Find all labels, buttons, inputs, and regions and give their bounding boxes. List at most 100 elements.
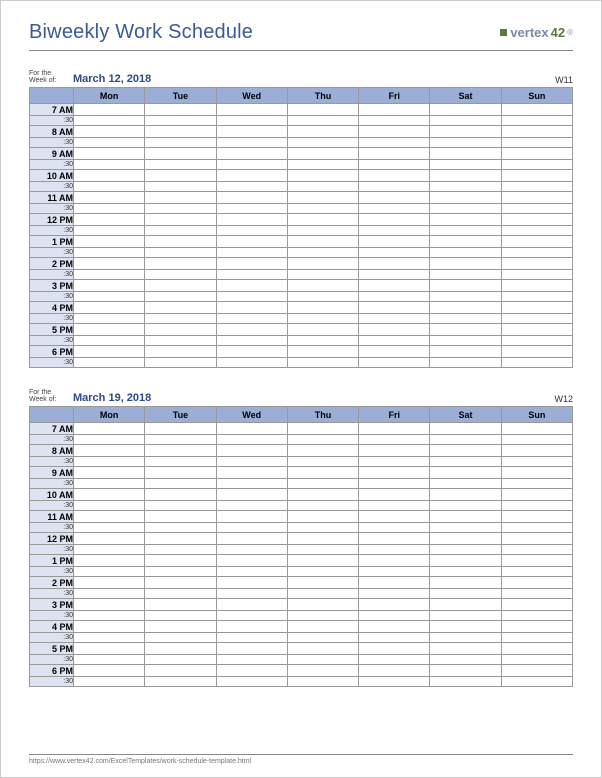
schedule-cell[interactable] (145, 621, 216, 633)
schedule-cell[interactable] (74, 302, 145, 314)
schedule-cell[interactable] (74, 479, 145, 489)
schedule-cell[interactable] (145, 555, 216, 567)
schedule-cell[interactable] (145, 148, 216, 160)
schedule-cell[interactable] (287, 577, 358, 589)
schedule-cell[interactable] (501, 501, 572, 511)
schedule-cell[interactable] (216, 226, 287, 236)
schedule-cell[interactable] (430, 567, 501, 577)
schedule-cell[interactable] (359, 611, 430, 621)
schedule-cell[interactable] (145, 643, 216, 655)
schedule-cell[interactable] (145, 677, 216, 687)
schedule-cell[interactable] (430, 104, 501, 116)
schedule-cell[interactable] (216, 633, 287, 643)
schedule-cell[interactable] (74, 236, 145, 248)
schedule-cell[interactable] (287, 226, 358, 236)
schedule-cell[interactable] (216, 258, 287, 270)
schedule-cell[interactable] (501, 270, 572, 280)
schedule-cell[interactable] (501, 435, 572, 445)
schedule-cell[interactable] (216, 523, 287, 533)
schedule-cell[interactable] (359, 236, 430, 248)
schedule-cell[interactable] (287, 643, 358, 655)
schedule-cell[interactable] (501, 324, 572, 336)
schedule-cell[interactable] (501, 677, 572, 687)
schedule-cell[interactable] (216, 577, 287, 589)
schedule-cell[interactable] (430, 643, 501, 655)
schedule-cell[interactable] (359, 116, 430, 126)
schedule-cell[interactable] (359, 457, 430, 467)
schedule-cell[interactable] (287, 435, 358, 445)
schedule-cell[interactable] (359, 555, 430, 567)
schedule-cell[interactable] (74, 204, 145, 214)
schedule-cell[interactable] (74, 677, 145, 687)
schedule-cell[interactable] (501, 280, 572, 292)
schedule-cell[interactable] (216, 104, 287, 116)
schedule-cell[interactable] (501, 126, 572, 138)
schedule-cell[interactable] (430, 611, 501, 621)
schedule-cell[interactable] (501, 599, 572, 611)
schedule-cell[interactable] (359, 258, 430, 270)
schedule-cell[interactable] (430, 302, 501, 314)
schedule-cell[interactable] (501, 655, 572, 665)
schedule-cell[interactable] (430, 423, 501, 435)
schedule-cell[interactable] (287, 611, 358, 621)
schedule-cell[interactable] (145, 280, 216, 292)
schedule-cell[interactable] (216, 292, 287, 302)
schedule-cell[interactable] (359, 621, 430, 633)
schedule-cell[interactable] (74, 511, 145, 523)
schedule-cell[interactable] (287, 346, 358, 358)
schedule-cell[interactable] (216, 555, 287, 567)
schedule-cell[interactable] (430, 523, 501, 533)
schedule-cell[interactable] (145, 204, 216, 214)
schedule-cell[interactable] (216, 138, 287, 148)
schedule-cell[interactable] (287, 182, 358, 192)
schedule-cell[interactable] (501, 611, 572, 621)
schedule-cell[interactable] (501, 479, 572, 489)
schedule-cell[interactable] (145, 138, 216, 148)
schedule-cell[interactable] (287, 545, 358, 555)
schedule-cell[interactable] (145, 104, 216, 116)
schedule-cell[interactable] (501, 336, 572, 346)
schedule-cell[interactable] (287, 270, 358, 280)
schedule-cell[interactable] (501, 160, 572, 170)
schedule-cell[interactable] (430, 445, 501, 457)
schedule-cell[interactable] (74, 324, 145, 336)
schedule-cell[interactable] (430, 479, 501, 489)
schedule-cell[interactable] (501, 358, 572, 368)
schedule-cell[interactable] (359, 346, 430, 358)
schedule-cell[interactable] (216, 116, 287, 126)
schedule-cell[interactable] (287, 126, 358, 138)
schedule-cell[interactable] (145, 523, 216, 533)
schedule-cell[interactable] (501, 248, 572, 258)
schedule-cell[interactable] (359, 192, 430, 204)
schedule-cell[interactable] (74, 655, 145, 665)
schedule-cell[interactable] (287, 204, 358, 214)
schedule-cell[interactable] (74, 182, 145, 192)
schedule-cell[interactable] (74, 621, 145, 633)
schedule-cell[interactable] (287, 148, 358, 160)
schedule-cell[interactable] (359, 214, 430, 226)
schedule-cell[interactable] (430, 170, 501, 182)
schedule-cell[interactable] (145, 567, 216, 577)
schedule-cell[interactable] (501, 621, 572, 633)
schedule-cell[interactable] (145, 116, 216, 126)
schedule-cell[interactable] (430, 214, 501, 226)
schedule-cell[interactable] (501, 567, 572, 577)
schedule-cell[interactable] (359, 501, 430, 511)
schedule-cell[interactable] (430, 346, 501, 358)
schedule-cell[interactable] (74, 104, 145, 116)
schedule-cell[interactable] (74, 170, 145, 182)
schedule-cell[interactable] (145, 214, 216, 226)
schedule-cell[interactable] (216, 599, 287, 611)
schedule-cell[interactable] (359, 160, 430, 170)
schedule-cell[interactable] (74, 611, 145, 621)
schedule-cell[interactable] (74, 116, 145, 126)
schedule-cell[interactable] (74, 138, 145, 148)
schedule-cell[interactable] (359, 599, 430, 611)
schedule-cell[interactable] (74, 567, 145, 577)
schedule-cell[interactable] (216, 182, 287, 192)
schedule-cell[interactable] (74, 555, 145, 567)
schedule-cell[interactable] (74, 501, 145, 511)
schedule-cell[interactable] (287, 214, 358, 226)
schedule-cell[interactable] (216, 280, 287, 292)
schedule-cell[interactable] (145, 533, 216, 545)
